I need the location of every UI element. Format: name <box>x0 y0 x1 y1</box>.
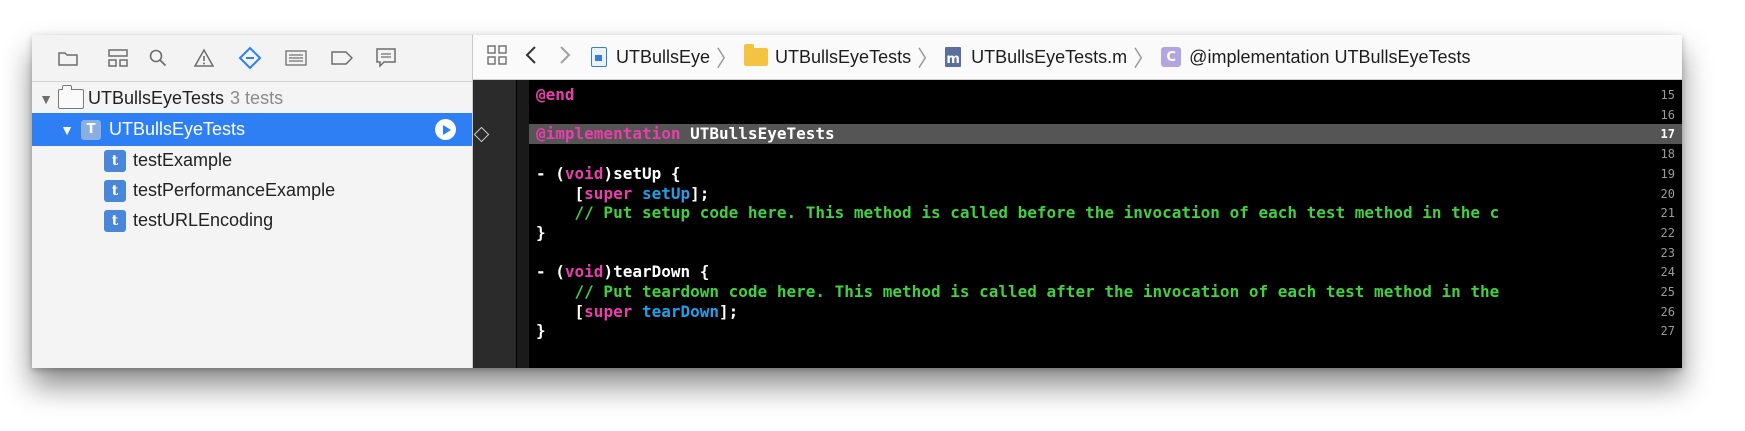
code-token: )tearDown { <box>603 262 710 282</box>
breadcrumb-file[interactable]: m UTBullsEyeTests.m <box>945 47 1127 68</box>
code-token: @end <box>536 85 575 104</box>
code-token: ]; <box>719 301 739 321</box>
code-token: tearDown <box>641 301 720 321</box>
project-folder-icon <box>58 84 84 109</box>
code-token: } <box>536 321 546 341</box>
code-line: } <box>536 321 546 341</box>
breadcrumb-symbol[interactable]: C @implementation UTBullsEyeTests <box>1161 46 1471 68</box>
warning-icon[interactable] <box>192 47 216 69</box>
test-method-icon: t <box>104 149 126 172</box>
line-number: 25 <box>1660 285 1675 299</box>
breadcrumb-project[interactable]: UTBullsEye <box>591 47 710 68</box>
folder-icon[interactable] <box>56 47 80 69</box>
test-name: testPerformanceExample <box>133 180 336 200</box>
breadcrumb-separator-icon: 〉 <box>716 46 739 71</box>
code-line: // Put teardown code here. This method i… <box>536 282 1500 302</box>
change-bar <box>517 80 529 368</box>
code-line: // Put setup code here. This method is c… <box>536 203 1500 223</box>
code-token: } <box>536 222 546 242</box>
objc-file-icon: m <box>945 47 962 67</box>
code-token: void <box>564 163 604 183</box>
breadcrumb-separator-icon: 〉 <box>917 46 940 71</box>
play-icon <box>442 124 451 135</box>
project-file-icon <box>591 47 607 67</box>
report-icon[interactable] <box>374 47 398 69</box>
line-number: 15 <box>1660 88 1675 102</box>
test-navigator-icon[interactable] <box>238 46 262 70</box>
navigator-toolbar <box>32 35 472 82</box>
target-row[interactable]: ▼ T UTBullsEyeTests <box>32 113 472 146</box>
hierarchy-icon[interactable] <box>106 47 130 69</box>
test-name: testExample <box>133 150 233 170</box>
line-number: 27 <box>1660 324 1675 339</box>
code-line: [super setUp]; <box>536 183 710 204</box>
code-token: )setUp { <box>603 163 681 183</box>
code-token: UTBullsEyeTests <box>680 124 835 144</box>
test-count: 3 tests <box>230 88 284 108</box>
test-method-icon: t <box>104 209 126 232</box>
test-method-icon: t <box>104 179 126 202</box>
code-token: void <box>564 262 604 282</box>
project-name: UTBullsEyeTests <box>88 88 225 108</box>
code-line: @implementation UTBullsEyeTests <box>536 124 835 144</box>
code-token: // Put setup code here. This method is c… <box>536 203 1500 223</box>
project-row[interactable]: ▼ UTBullsEyeTests 3 tests <box>32 82 472 115</box>
source-editor[interactable]: 15 @end 16 17 @implementation UTBullsEyeTest… <box>473 80 1682 368</box>
line-number: 24 <box>1660 265 1675 280</box>
code-token: setUp <box>641 183 691 203</box>
line-number: 22 <box>1660 225 1675 240</box>
breakpoint-icon[interactable] <box>330 47 354 69</box>
breadcrumb-group[interactable]: UTBullsEyeTests <box>744 44 912 68</box>
list-item[interactable]: t testExample <box>32 144 472 177</box>
run-tests-button[interactable] <box>435 119 456 140</box>
test-target-icon: T <box>81 119 101 140</box>
code-token: // Put teardown code here. This method i… <box>536 282 1500 301</box>
line-number: 20 <box>1660 186 1675 201</box>
xcode-window: ▼ UTBullsEyeTests 3 tests ▼ T UTBullsEye… <box>32 35 1682 368</box>
line-number: 19 <box>1660 166 1675 181</box>
code-token: - ( <box>536 163 565 183</box>
breadcrumb-separator-icon: 〉 <box>1133 46 1156 71</box>
list-item[interactable]: t testURLEncoding <box>32 204 472 237</box>
code-token: ]; <box>690 183 710 203</box>
code-line: - (void)setUp { <box>536 164 681 184</box>
code-line: [super tearDown]; <box>536 301 739 322</box>
class-icon: C <box>1161 47 1182 67</box>
folder-icon <box>744 44 769 66</box>
list-item[interactable]: t testPerformanceExample <box>32 174 472 207</box>
line-number: 16 <box>1660 107 1675 122</box>
code-token: [ <box>536 301 585 321</box>
line-number: 26 <box>1660 304 1675 319</box>
target-name: UTBullsEyeTests <box>109 119 246 139</box>
line-number-gutter[interactable] <box>473 80 516 368</box>
code-line: - (void)tearDown { <box>536 262 709 282</box>
code-token: @implementation <box>536 124 681 144</box>
forward-chevron-icon[interactable] <box>559 45 571 70</box>
disclosure-triangle-icon[interactable]: ▼ <box>38 91 54 107</box>
code-token: - ( <box>536 262 565 282</box>
breadcrumb-symbol-label: @implementation UTBullsEyeTests <box>1189 46 1471 67</box>
line-number: 17 <box>1660 127 1675 142</box>
search-icon[interactable] <box>146 47 170 69</box>
line-number: 18 <box>1660 147 1675 162</box>
breadcrumb-project-label: UTBullsEye <box>616 46 711 67</box>
line-number: 23 <box>1660 245 1675 260</box>
code-token: super <box>584 301 633 321</box>
line-number: 21 <box>1660 206 1675 221</box>
related-items-grid-icon[interactable] <box>487 44 507 70</box>
test-navigator: ▼ UTBullsEyeTests 3 tests ▼ T UTBullsEye… <box>32 35 473 368</box>
disclosure-triangle-icon[interactable]: ▼ <box>59 122 75 138</box>
back-chevron-icon[interactable] <box>525 45 537 70</box>
breadcrumb-file-label: UTBullsEyeTests.m <box>971 46 1128 67</box>
code-token: [ <box>536 183 585 203</box>
code-line: @end <box>536 85 575 105</box>
test-name: testURLEncoding <box>133 210 274 230</box>
code-line: } <box>536 223 546 243</box>
code-token: super <box>584 183 633 203</box>
list-icon[interactable] <box>284 47 308 69</box>
breadcrumb-group-label: UTBullsEyeTests <box>775 46 912 67</box>
jump-bar: UTBullsEye 〉 UTBullsEyeTests 〉 m UTBulls… <box>473 35 1682 80</box>
